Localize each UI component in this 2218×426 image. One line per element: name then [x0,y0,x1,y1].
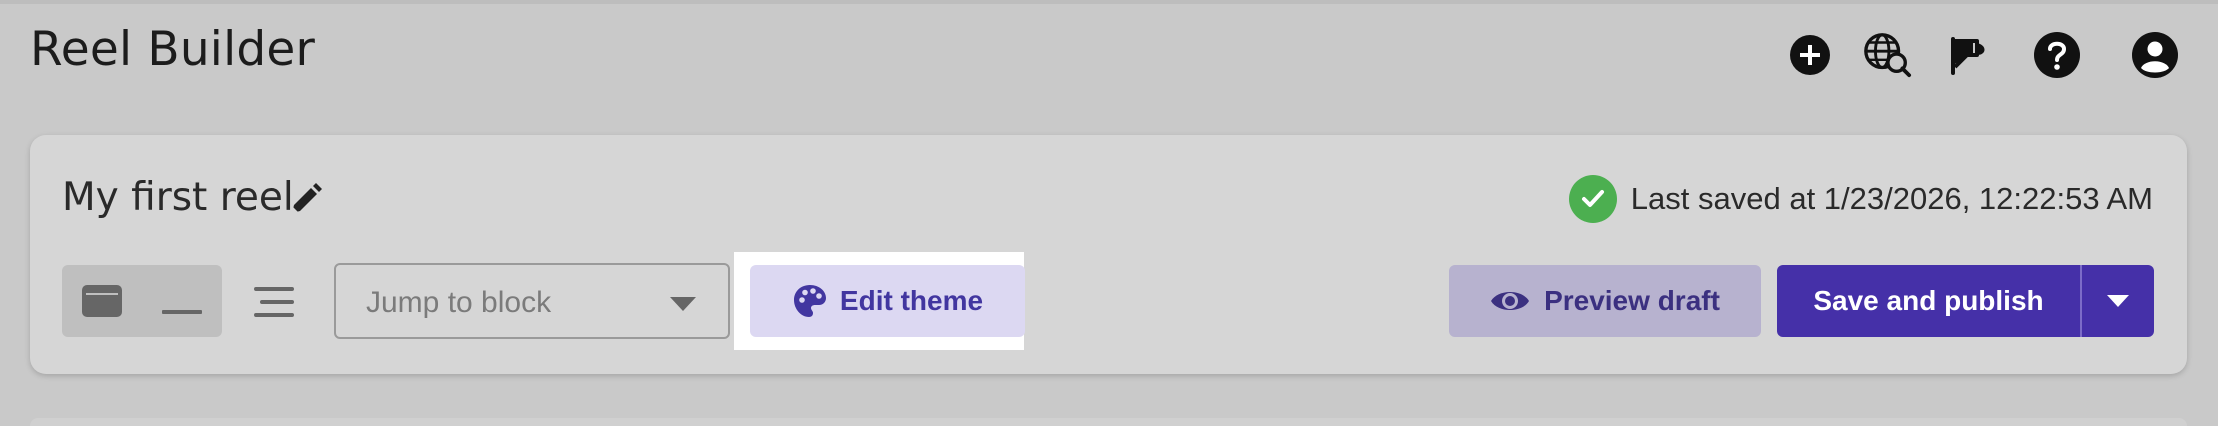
jump-to-block-select[interactable]: Jump to block [334,263,730,339]
edit-theme-button[interactable]: Edit theme [750,265,1025,337]
globe-search-button[interactable] [1862,30,1912,80]
save-and-publish-label: Save and publish [1813,285,2044,316]
chevron-down-icon [2107,295,2129,307]
top-border [0,0,2218,4]
reel-name: My first reel [62,175,294,220]
view-toggle [62,265,222,337]
edit-name-button[interactable] [288,183,322,217]
chevron-down-icon [670,297,696,311]
add-button[interactable] [1785,30,1835,80]
account-button[interactable] [2130,30,2180,80]
announcements-button[interactable] [1944,30,1994,80]
edit-theme-label: Edit theme [839,285,984,316]
card-view-icon [82,285,122,317]
save-status: Last saved at 1/23/2026, 12:22:53 AM [1568,175,2153,223]
preview-draft-button[interactable]: Preview draft [1449,265,1761,337]
save-and-publish-button[interactable]: Save and publish [1777,265,2080,337]
palette-icon [793,285,826,317]
list-icon [254,287,294,317]
announcement-icon [1951,37,1985,75]
publish-options-button[interactable] [2082,265,2154,337]
eye-icon [1491,292,1530,310]
jump-to-block-placeholder: Jump to block [366,286,552,319]
help-button[interactable] [2032,30,2082,80]
reel-editor-card: My first reel Last saved at 1/23/2026, 1… [30,135,2187,374]
publish-split-button: Save and publish [1777,265,2154,337]
account-icon [2132,32,2178,78]
page-title: Reel Builder [30,22,315,77]
last-saved-text: Last saved at 1/23/2026, 12:22:53 AM [1630,181,2153,216]
check-circle-icon [1568,175,1617,223]
add-circle-icon [1790,35,1830,75]
pencil-icon [291,183,322,214]
next-card-edge [30,418,2187,426]
globe-search-icon [1864,33,1912,78]
outline-button[interactable] [248,275,302,329]
compact-view-icon [162,310,202,314]
card-view-button[interactable] [62,265,142,337]
compact-view-button[interactable] [142,265,222,337]
help-icon [2034,32,2080,78]
preview-draft-label: Preview draft [1544,285,1720,316]
